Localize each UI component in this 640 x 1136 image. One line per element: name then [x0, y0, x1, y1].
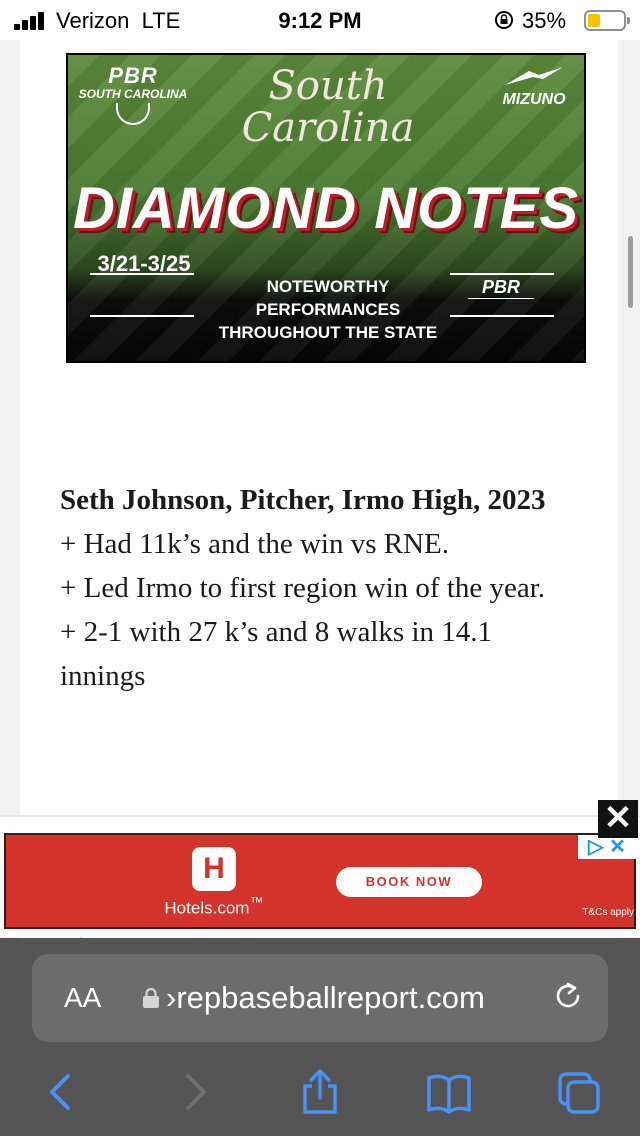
- date-rule-bottom: [90, 315, 194, 317]
- pbr-small-logo: PBR: [468, 277, 534, 299]
- trademark: ™: [249, 895, 264, 911]
- tagline-line-2: THROUGHOUT THE STATE: [218, 323, 438, 342]
- reload-icon[interactable]: [550, 978, 586, 1014]
- diamond-notes-banner: PBR SOUTH CAROLINA South Carolina MIZUNO…: [66, 53, 586, 363]
- state-shield-icon: [116, 103, 150, 125]
- lock-icon: [143, 988, 159, 1008]
- tabs-icon[interactable]: [556, 1068, 602, 1116]
- script-line-2: Carolina: [241, 105, 415, 151]
- signal-bars-icon: [14, 12, 48, 30]
- pbr-rule-top: [450, 273, 554, 275]
- banner-headline: DIAMOND NOTES: [73, 176, 579, 241]
- advertiser-name: Hotels.com: [164, 898, 250, 918]
- banner-date-range: 3/21-3/25: [97, 251, 191, 276]
- note-item: + Led Irmo to first region win of the ye…: [60, 572, 546, 604]
- battery-fill: [588, 14, 600, 27]
- close-ad-button[interactable]: ✕: [598, 800, 638, 838]
- pbr-logo-region: SOUTH CAROLINA: [78, 87, 188, 101]
- battery-percentage: 35%: [522, 8, 567, 33]
- status-bar: Verizon LTE 9:12 PM 35%: [0, 0, 640, 40]
- pbr-rule-bottom: [450, 315, 554, 317]
- network-type: LTE: [141, 8, 181, 33]
- mizuno-runbird-icon: [488, 65, 580, 91]
- bookmarks-icon[interactable]: [426, 1068, 472, 1116]
- scroll-indicator[interactable]: [628, 236, 633, 308]
- orientation-lock-icon: [495, 11, 513, 29]
- share-icon[interactable]: [297, 1068, 343, 1116]
- battery-icon: [584, 10, 630, 31]
- note-item: + 2-1 with 27 k’s and 8 walks in 14.1 in…: [60, 616, 492, 692]
- script-line-1: South: [268, 63, 388, 109]
- terms-link[interactable]: T&Cs apply: [574, 907, 634, 918]
- banner-tagline: NOTEWORTHY PERFORMANCES THROUGHOUT THE S…: [208, 275, 448, 344]
- mizuno-wordmark: MIZUNO: [502, 91, 566, 108]
- hotels-logo-icon: H: [192, 847, 236, 891]
- article-body: Seth Johnson, Pitcher, Irmo High, 2023 +…: [60, 478, 580, 698]
- safari-bottom-bar: AA ›repbaseballreport.com: [0, 938, 640, 1136]
- pbr-logo-mark: PBR: [108, 63, 158, 88]
- hotels-wordmark: Hotels.com™: [156, 895, 272, 919]
- note-item: + Had 11k’s and the win vs RNE.: [60, 528, 450, 560]
- player-heading: Seth Johnson, Pitcher, Irmo High, 2023: [60, 484, 546, 516]
- forward-arrow-icon[interactable]: [170, 1068, 216, 1116]
- carrier-name: Verizon: [56, 8, 130, 33]
- hotels-ad[interactable]: H Hotels.com™ BOOK NOW T&Cs apply: [4, 833, 636, 929]
- adchoices-icon[interactable]: ▷ ✕: [578, 835, 636, 859]
- back-arrow-icon[interactable]: [40, 1068, 86, 1116]
- mizuno-logo: MIZUNO: [488, 65, 580, 109]
- book-now-button[interactable]: BOOK NOW: [336, 867, 482, 897]
- pbr-south-carolina-logo: PBR SOUTH CAROLINA: [78, 63, 188, 125]
- ad-container: H Hotels.com™ BOOK NOW T&Cs apply ▷ ✕: [0, 815, 640, 937]
- carrier-label: Verizon LTE: [56, 8, 180, 34]
- address-bar[interactable]: AA ›repbaseballreport.com: [32, 954, 608, 1042]
- url-text[interactable]: ›repbaseballreport.com: [166, 980, 560, 1016]
- tagline-line-1: NOTEWORTHY PERFORMANCES: [255, 277, 401, 319]
- banner-script-title: South Carolina: [238, 65, 418, 149]
- text-size-button[interactable]: AA: [64, 982, 101, 1014]
